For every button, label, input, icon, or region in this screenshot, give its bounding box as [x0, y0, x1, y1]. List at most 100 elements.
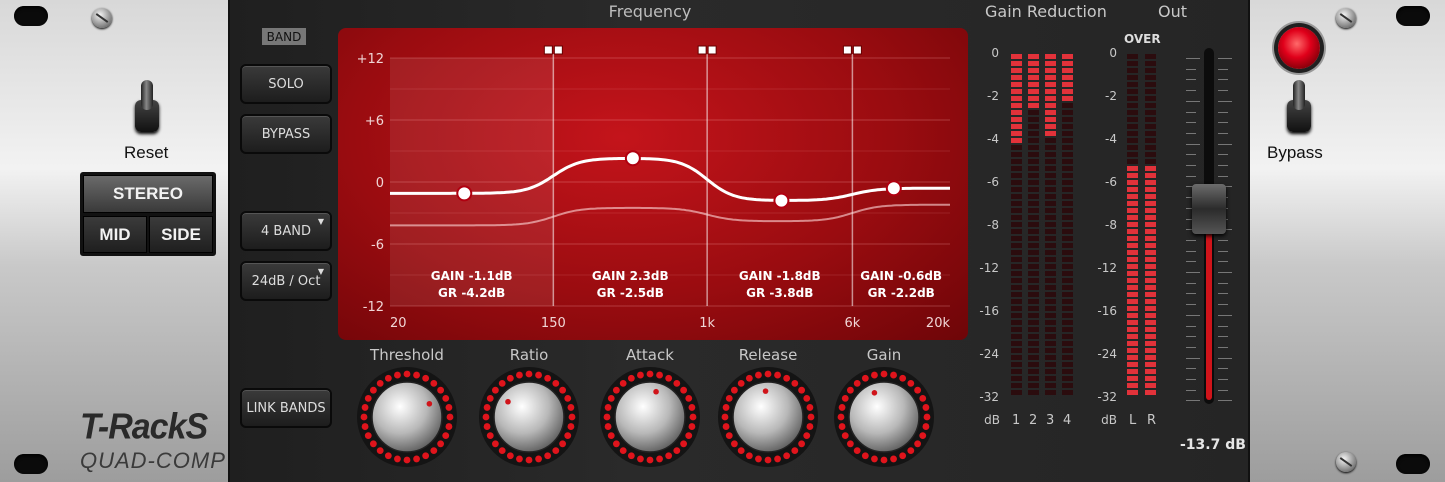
fader-tick — [1186, 368, 1196, 370]
meter-segment — [1045, 236, 1056, 241]
knob-led-dot — [403, 370, 411, 378]
band-node[interactable] — [885, 180, 902, 197]
stereo-button[interactable]: STEREO — [83, 175, 213, 213]
logo-t-racks: T-RackS — [80, 407, 208, 447]
meter-segment — [1062, 215, 1073, 220]
knob-led-dot — [923, 413, 931, 421]
solo-button[interactable]: SOLO — [240, 64, 332, 104]
meter-segment — [1062, 152, 1073, 157]
knob-cap — [371, 381, 443, 453]
meter-segment — [1145, 96, 1156, 101]
meter-segment — [1127, 285, 1138, 290]
crossover-handle-icon[interactable] — [707, 45, 717, 55]
fader-tick — [1186, 250, 1196, 252]
meter-segment — [1145, 110, 1156, 115]
meter-segment — [1127, 376, 1138, 381]
meter-segment — [1127, 306, 1138, 311]
meter-segment — [1062, 285, 1073, 290]
meter-segment — [1145, 306, 1156, 311]
frequency-graph[interactable]: +12 +6 0 -6 -12 20 150 1k 6k 20k GAIN -1.1dB GR -4… — [338, 28, 968, 340]
knob-led-dot — [604, 404, 612, 411]
meter-segment — [1028, 208, 1039, 213]
knob-led-dot — [535, 371, 542, 379]
meter-segment — [1011, 166, 1022, 171]
knob-indicator — [653, 388, 659, 395]
meter-segment — [1045, 173, 1056, 178]
mid-button[interactable]: MID — [83, 216, 147, 253]
knob-attack[interactable] — [599, 366, 701, 468]
meter-segment — [1011, 124, 1022, 129]
crossover-handle-icon[interactable] — [852, 45, 862, 55]
meter-segment — [1045, 376, 1056, 381]
knob-led-dot — [559, 440, 567, 448]
knob-led-dot — [722, 404, 730, 411]
band-node[interactable] — [773, 192, 790, 209]
meter-segment — [1011, 320, 1022, 325]
meter-segment — [1062, 61, 1073, 66]
fader-tick — [1186, 68, 1196, 70]
fader-tick — [1218, 143, 1232, 145]
meter-segment — [1028, 61, 1039, 66]
crossover-handle-icon[interactable] — [697, 45, 707, 55]
fader-tick — [1218, 79, 1228, 81]
rack-slot — [14, 6, 48, 26]
fader-tick — [1218, 346, 1228, 348]
meter-segment — [1145, 82, 1156, 87]
fader-tick — [1218, 389, 1228, 391]
fader-tick — [1218, 165, 1228, 166]
knob-gain[interactable] — [833, 366, 935, 468]
meter-segment — [1127, 75, 1138, 80]
meter-segment — [1028, 117, 1039, 122]
meter-segment — [1011, 82, 1022, 87]
meter-segment — [1028, 173, 1039, 178]
meter-segment — [1145, 131, 1156, 136]
gr-scale-label: -2 — [987, 89, 999, 103]
y-tick-label: +12 — [357, 52, 384, 67]
slope-dropdown[interactable]: 24dB / Oct ▼ — [240, 261, 332, 301]
crossover-handle-icon[interactable] — [553, 45, 563, 55]
fader-tick — [1218, 58, 1232, 59]
link-bands-button[interactable]: LINK BANDS — [240, 388, 332, 428]
band-label: GAIN 2.3dB GR -2.5dB — [553, 268, 707, 302]
crossover-handle-icon[interactable] — [842, 45, 852, 55]
band-node[interactable] — [456, 185, 473, 202]
meter-segment — [1011, 292, 1022, 297]
knob-led-dot — [619, 379, 627, 387]
crossover-handle-icon[interactable] — [543, 45, 553, 55]
knob-led-dot — [922, 423, 930, 430]
knob-label-ratio: Ratio — [509, 346, 549, 364]
fader-tick — [1186, 314, 1200, 316]
band-count-dropdown[interactable]: 4 BAND ▼ — [240, 211, 332, 251]
meter-segment — [1045, 341, 1056, 346]
reset-toggle[interactable] — [132, 80, 162, 136]
knob-led-dot — [846, 386, 854, 394]
fader-tick — [1186, 239, 1196, 241]
bypass-toggle[interactable] — [1284, 80, 1314, 136]
meter-segment — [1062, 236, 1073, 241]
side-button[interactable]: SIDE — [149, 216, 213, 253]
meter-segment — [1062, 376, 1073, 381]
meter-segment — [1045, 180, 1056, 185]
band-node[interactable] — [624, 150, 641, 167]
meter-segment — [1045, 208, 1056, 213]
knob-ratio[interactable] — [478, 366, 580, 468]
meter-segment — [1028, 341, 1039, 346]
band-bypass-button[interactable]: BYPASS — [240, 114, 332, 154]
knob-release[interactable] — [717, 366, 819, 468]
meter-segment — [1145, 243, 1156, 248]
knob-led-dot — [567, 423, 575, 430]
knob-led-dot — [516, 455, 523, 463]
meter-segment — [1127, 208, 1138, 213]
x-tick-label: 20k — [926, 316, 951, 331]
knob-led-dot — [846, 440, 854, 448]
frequency-title: Frequency — [608, 2, 692, 21]
fader-tick — [1218, 175, 1228, 177]
knob-threshold[interactable] — [356, 366, 458, 468]
meter-segment — [1127, 215, 1138, 220]
output-fader-handle[interactable] — [1192, 183, 1226, 234]
out-scale-label: -8 — [1105, 218, 1117, 232]
fader-tick — [1218, 239, 1228, 241]
meter-segment — [1045, 320, 1056, 325]
gain-reduction-title: Gain Reduction — [985, 2, 1107, 21]
band-gr-label: GR -3.8dB — [746, 286, 814, 300]
